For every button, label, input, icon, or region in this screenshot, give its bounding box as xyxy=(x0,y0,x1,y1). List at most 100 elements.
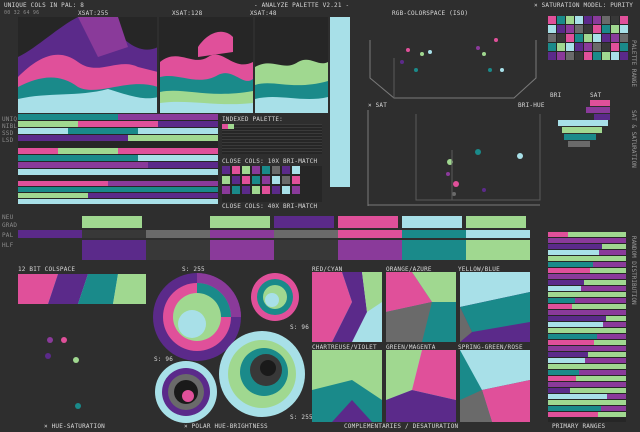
range-band xyxy=(602,244,626,249)
matrix-swatch xyxy=(611,16,619,24)
matrix-swatch xyxy=(557,43,565,51)
app-title: - ANALYZE PALETTE V2.21 - xyxy=(254,2,350,9)
matrix-swatch xyxy=(620,25,628,33)
range-band xyxy=(584,280,626,285)
matrix-swatch xyxy=(593,25,601,33)
footer-complementaries: COMPLEMENTARIES / DESATURATION xyxy=(344,423,459,430)
colorspace-label: RGB-COLORSPACE (ISO) xyxy=(392,10,469,17)
matrix-swatch xyxy=(593,34,601,42)
close-cols-label-1: CLOSE COLS: 10X BRI-MATCH xyxy=(222,158,318,165)
matrix-swatch xyxy=(620,43,628,51)
matrix-swatch xyxy=(620,52,628,60)
indexed-palette-label: INDEXED PALETTE: xyxy=(222,116,283,123)
rgb-colorspace-plot xyxy=(364,18,540,102)
left-label-ssd: SSD xyxy=(2,130,14,137)
colspace-12bit xyxy=(18,274,146,304)
unique-cols-label: UNIQUE COLS IN PAL: 8 xyxy=(4,2,85,9)
matrix-swatch xyxy=(593,16,601,24)
range-band xyxy=(570,388,626,393)
left-label-lsd: LSD xyxy=(2,137,14,144)
matrix-swatch xyxy=(584,25,592,33)
matrix-swatch xyxy=(575,52,583,60)
xsat-right-label: XSAT:48 xyxy=(250,10,277,17)
range-band xyxy=(579,370,626,375)
matrix-swatch xyxy=(566,34,574,42)
matrix-swatch xyxy=(584,52,592,60)
footer-primary-ranges: PRIMARY RANGES xyxy=(552,423,606,430)
range-band xyxy=(581,286,626,291)
range-band xyxy=(604,400,626,405)
range-band xyxy=(597,334,626,339)
complementary-panels-bottom xyxy=(312,350,530,422)
range-band xyxy=(603,322,626,327)
left-label-uniq: UNIQ xyxy=(2,116,18,123)
range-band xyxy=(575,298,626,303)
range-band xyxy=(582,364,626,369)
wave-chart xyxy=(18,17,328,113)
matrix-swatch xyxy=(557,34,565,42)
right-vertical-label-3: RANDOM DISTRIBUTION xyxy=(630,236,637,305)
footer-polar: × POLAR HUE-BRIGHTNESS xyxy=(184,423,268,430)
range-band xyxy=(585,358,626,363)
matrix-swatch xyxy=(566,43,574,51)
range-band xyxy=(568,232,626,237)
mid-label-grad: GRAD xyxy=(2,222,18,229)
matrix-swatch xyxy=(548,16,556,24)
matrix-swatch xyxy=(611,34,619,42)
stripe-panel xyxy=(18,114,218,204)
palette-matrix xyxy=(548,16,628,60)
range-band xyxy=(605,238,626,243)
matrix-swatch xyxy=(602,25,610,33)
mid-label-pal: PAL xyxy=(2,232,14,239)
right-vertical-label-2: SAT & SATURATION xyxy=(630,110,637,168)
range-band xyxy=(596,256,626,261)
complementary-panels-top xyxy=(312,272,530,342)
close-cols-label-2: CLOSE COLS: 40X BRI-MATCH xyxy=(222,203,318,210)
range-band xyxy=(573,382,626,387)
mid-label-neu: NEU xyxy=(2,214,14,221)
range-band xyxy=(572,304,626,309)
gradient-bars xyxy=(18,214,530,262)
hue-saturation-plot xyxy=(18,312,146,416)
range-band xyxy=(594,340,626,345)
matrix-swatch xyxy=(584,16,592,24)
range-band xyxy=(578,292,626,297)
matrix-swatch xyxy=(548,43,556,51)
indexed-palette-grid xyxy=(222,124,322,154)
range-band xyxy=(598,412,626,417)
matrix-swatch xyxy=(548,25,556,33)
tiny-ticks: 00 32 64 96 xyxy=(4,10,40,16)
sat-axis-label: × SAT xyxy=(368,102,388,109)
matrix-swatch xyxy=(557,25,565,33)
matrix-swatch xyxy=(584,34,592,42)
matrix-swatch xyxy=(584,43,592,51)
range-band xyxy=(593,262,626,267)
right-vertical-label-1: PALETTE RANGE xyxy=(630,40,637,87)
matrix-swatch xyxy=(620,34,628,42)
matrix-swatch xyxy=(611,52,619,60)
range-band xyxy=(588,352,626,357)
matrix-swatch xyxy=(602,43,610,51)
matrix-swatch xyxy=(557,16,565,24)
matrix-swatch xyxy=(620,16,628,24)
colspace-label: 12 BIT COLSPACE xyxy=(18,266,76,273)
matrix-swatch xyxy=(566,52,574,60)
matrix-swatch xyxy=(548,34,556,42)
palette-swatch xyxy=(228,124,234,129)
range-band xyxy=(606,316,626,321)
xsat-mid-label: XSAT:128 xyxy=(172,10,203,17)
matrix-swatch xyxy=(557,52,565,60)
bri-sat-bars xyxy=(550,100,626,150)
mid-label-hlf: HLF xyxy=(2,242,14,249)
matrix-swatch xyxy=(548,52,556,60)
range-band xyxy=(607,394,626,399)
close-cols-grid-1 xyxy=(222,166,322,202)
range-band xyxy=(601,406,626,411)
matrix-swatch xyxy=(575,43,583,51)
matrix-swatch xyxy=(602,52,610,60)
matrix-swatch xyxy=(575,16,583,24)
sat-label-2: SAT xyxy=(590,92,602,99)
saturation-model-label[interactable]: × SATURATION MODEL: PURITY xyxy=(534,2,633,9)
sat-scatter xyxy=(364,110,544,206)
polar-circle-small xyxy=(251,273,299,321)
